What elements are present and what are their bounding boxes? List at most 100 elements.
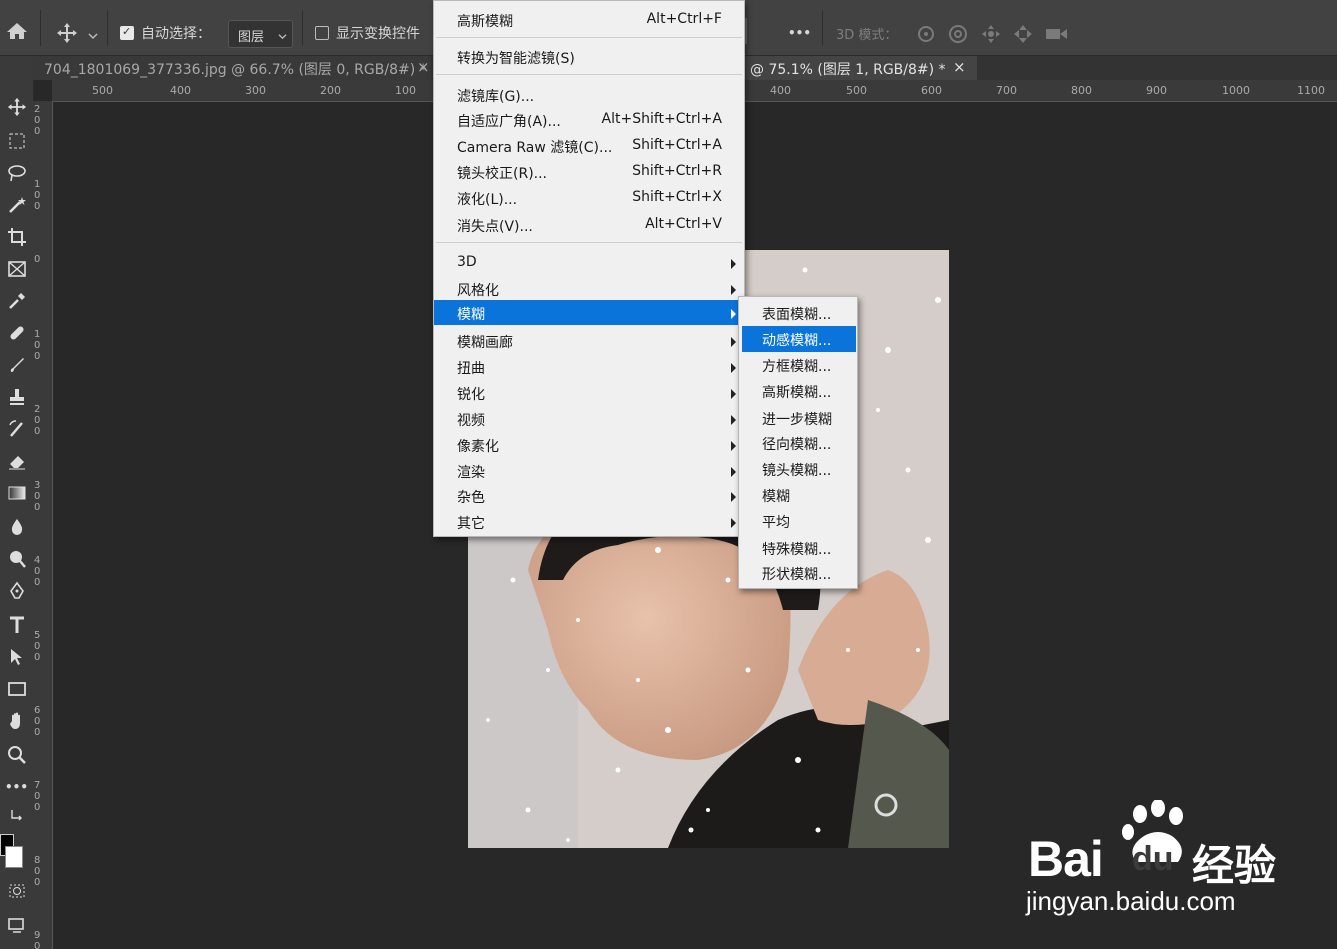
tab-label: @ 75.1% (图层 1, RGB/8#) * — [750, 62, 946, 78]
submenu-arrow-icon — [731, 259, 736, 269]
eyedropper-icon[interactable] — [0, 286, 33, 316]
pan-3d-icon[interactable] — [980, 23, 1002, 45]
document-tab-1[interactable]: 704_1801069_377336.jpg @ 66.7% (图层 0, RG… — [33, 56, 431, 80]
submenu-item-blur[interactable]: 模糊 — [739, 482, 857, 508]
menu-item-render[interactable]: 渲染 — [434, 458, 744, 484]
menu-item-blur[interactable]: 模糊 — [434, 300, 744, 325]
baidu-jingyan-watermark: Bai du 经验 jingyan.baidu.com — [1024, 799, 1324, 930]
menu-item-label: 动感模糊... — [762, 333, 832, 349]
menu-item-label: 视频 — [457, 413, 485, 429]
menu-item-camera-raw[interactable]: Camera Raw 滤镜(C)... Shift+Ctrl+A — [434, 133, 744, 159]
submenu-item-surface-blur[interactable]: 表面模糊... — [739, 300, 857, 326]
hand-tool-icon[interactable] — [0, 706, 33, 736]
ruler-tick: 900 — [1146, 84, 1167, 97]
ruler-tick: 300 — [245, 84, 266, 97]
more-options-button[interactable]: ••• — [788, 26, 811, 40]
menu-item-lens-correction[interactable]: 镜头校正(R)... Shift+Ctrl+R — [434, 159, 744, 185]
slide-3d-icon[interactable] — [1012, 23, 1034, 45]
gradient-tool-icon[interactable] — [0, 478, 33, 508]
menu-item-label: 特殊模糊... — [762, 542, 832, 558]
filter-menu: 高斯模糊 Alt+Ctrl+F 转换为智能滤镜(S) 滤镜库(G)... 自适应广… — [433, 0, 745, 537]
ruler-tick: 0 — [34, 254, 41, 265]
menu-item-stylize[interactable]: 风格化 — [434, 276, 744, 302]
menu-item-adaptive-wide-angle[interactable]: 自适应广角(A)... Alt+Shift+Ctrl+A — [434, 107, 744, 133]
home-icon[interactable] — [6, 22, 28, 40]
roll-3d-icon[interactable] — [947, 23, 969, 45]
submenu-item-motion-blur[interactable]: 动感模糊... — [742, 326, 856, 352]
menu-item-convert-smart-filter[interactable]: 转换为智能滤镜(S) — [434, 44, 744, 70]
document-tab-2[interactable]: @ 75.1% (图层 1, RGB/8#) * × — [741, 56, 977, 80]
auto-select-checkbox[interactable] — [120, 25, 134, 40]
submenu-item-radial-blur[interactable]: 径向模糊... — [739, 430, 857, 456]
menu-item-label: 形状模糊... — [762, 567, 832, 583]
ruler-tick: 100 — [34, 329, 41, 362]
healing-brush-icon[interactable] — [0, 318, 33, 348]
camera-3d-icon[interactable] — [1045, 26, 1069, 42]
menu-item-liquify[interactable]: 液化(L)... Shift+Ctrl+X — [434, 185, 744, 211]
show-transform-checkbox[interactable] — [315, 26, 329, 40]
menu-item-pixelate[interactable]: 像素化 — [434, 432, 744, 458]
menu-item-label: 其它 — [457, 516, 485, 532]
menu-item-label: 方框模糊... — [762, 359, 832, 375]
path-selection-icon[interactable] — [0, 642, 33, 672]
menu-item-gaussian-blur[interactable]: 高斯模糊 Alt+Ctrl+F — [434, 7, 744, 33]
lasso-tool-icon[interactable] — [0, 158, 33, 188]
orbit-3d-icon[interactable] — [915, 24, 937, 44]
swap-colors-icon[interactable] — [0, 804, 33, 826]
stamp-tool-icon[interactable] — [0, 382, 33, 412]
menu-item-label: 高斯模糊... — [762, 385, 832, 401]
watermark-jingyan: 经验 — [1192, 841, 1277, 890]
submenu-item-gaussian-blur[interactable]: 高斯模糊... — [739, 378, 857, 404]
menu-item-blur-gallery[interactable]: 模糊画廊 — [434, 328, 744, 354]
type-tool-icon[interactable] — [0, 610, 33, 640]
menu-item-label: 模糊 — [762, 489, 790, 505]
submenu-arrow-icon — [731, 415, 736, 425]
move-tool-icon[interactable] — [56, 22, 78, 44]
menu-item-distort[interactable]: 扭曲 — [434, 354, 744, 380]
close-icon[interactable]: × — [417, 58, 430, 76]
menu-item-other[interactable]: 其它 — [434, 509, 744, 535]
submenu-item-smart-blur[interactable]: 特殊模糊... — [739, 535, 857, 561]
magic-wand-icon[interactable] — [0, 190, 33, 220]
menu-item-sharpen[interactable]: 锐化 — [434, 380, 744, 406]
menu-item-noise[interactable]: 杂色 — [434, 483, 744, 509]
auto-select-dropdown[interactable]: 图层 — [228, 20, 293, 48]
submenu-item-box-blur[interactable]: 方框模糊... — [739, 352, 857, 378]
move-tool-icon[interactable] — [0, 92, 33, 122]
menu-item-label: 模糊画廊 — [457, 335, 513, 351]
menu-item-3d[interactable]: 3D — [434, 250, 744, 276]
close-icon[interactable]: × — [953, 58, 966, 76]
zoom-tool-icon[interactable] — [0, 740, 33, 770]
marquee-tool-icon[interactable] — [0, 126, 33, 156]
submenu-item-shape-blur[interactable]: 形状模糊... — [739, 560, 857, 586]
menu-item-label: 模糊 — [457, 307, 485, 323]
frame-tool-icon[interactable] — [0, 254, 33, 284]
menu-item-label: 杂色 — [457, 490, 485, 506]
watermark-brand: Bai — [1028, 831, 1104, 887]
blur-tool-icon[interactable] — [0, 512, 33, 542]
brush-tool-icon[interactable] — [0, 350, 33, 380]
rectangle-tool-icon[interactable] — [0, 674, 33, 704]
chevron-down-icon[interactable] — [88, 28, 98, 40]
menu-item-vanishing-point[interactable]: 消失点(V)... Alt+Ctrl+V — [434, 212, 744, 238]
submenu-item-average[interactable]: 平均 — [739, 508, 857, 534]
dodge-tool-icon[interactable] — [0, 544, 33, 574]
menu-item-filter-gallery[interactable]: 滤镜库(G)... — [434, 82, 744, 108]
screen-mode-icon[interactable] — [0, 910, 33, 940]
ruler-tick: 200 — [34, 104, 41, 137]
ruler-tick: 1000 — [1222, 84, 1250, 97]
eraser-icon[interactable] — [0, 446, 33, 476]
pen-tool-icon[interactable] — [0, 576, 33, 606]
menu-item-video[interactable]: 视频 — [434, 406, 744, 432]
ruler-tick: 600 — [34, 705, 41, 738]
submenu-item-blur-more[interactable]: 进一步模糊 — [739, 405, 857, 431]
crop-tool-icon[interactable] — [0, 222, 33, 252]
background-color-swatch[interactable] — [5, 846, 23, 868]
tools-panel: ••• — [0, 56, 34, 949]
quick-mask-icon[interactable] — [0, 876, 33, 906]
left-ruler[interactable]: 200 100 0 100 200 300 400 500 600 700 80… — [33, 101, 53, 949]
submenu-item-lens-blur[interactable]: 镜头模糊... — [739, 456, 857, 482]
menu-item-shortcut: Alt+Shift+Ctrl+A — [601, 111, 722, 127]
more-tools-icon[interactable]: ••• — [0, 772, 33, 802]
history-brush-icon[interactable] — [0, 414, 33, 444]
